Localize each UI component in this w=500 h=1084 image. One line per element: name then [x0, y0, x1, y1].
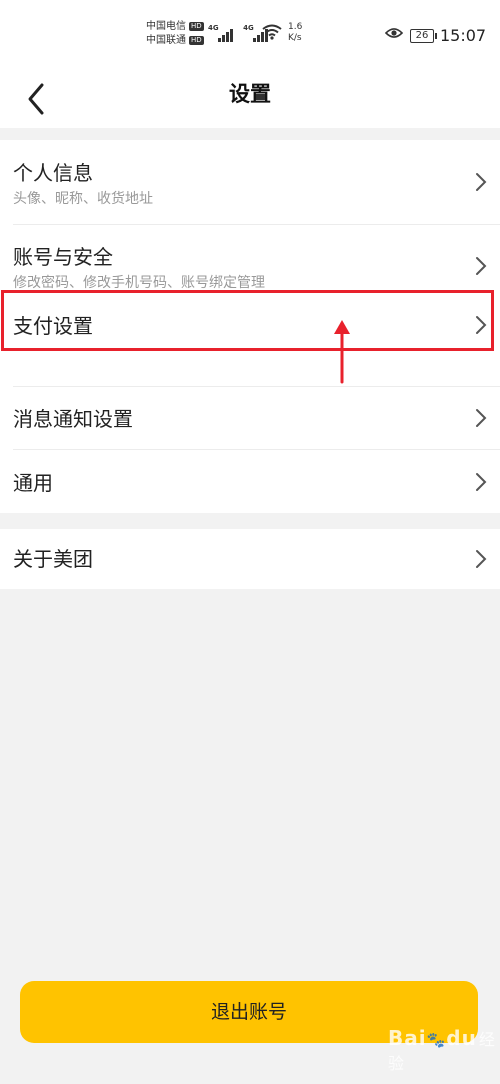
watermark-brand-b: du — [446, 1026, 477, 1050]
status-time: 15:07 — [440, 26, 487, 45]
carrier-1-label: 中国电信 — [146, 21, 186, 32]
hd-badge-2: HD — [189, 36, 204, 45]
eye-icon — [385, 28, 403, 38]
baidu-watermark: Bai🐾du 经验 — [388, 1026, 500, 1074]
chevron-right-icon — [476, 257, 487, 275]
watermark-brand-a: Bai — [388, 1026, 427, 1050]
carrier-2-label: 中国联通 — [146, 35, 186, 46]
row-title: 个人信息 — [13, 161, 93, 185]
battery-icon: 26 — [410, 29, 437, 43]
chevron-right-icon — [476, 473, 487, 491]
settings-group-profile: 个人信息 头像、昵称、收货地址 账号与安全 修改密码、修改手机号码、账号绑定管理 — [0, 140, 500, 308]
row-title: 账号与安全 — [13, 245, 113, 269]
network-type-1: 4G — [208, 24, 219, 32]
network-speed-unit: K/s — [288, 33, 302, 43]
settings-row-notifications[interactable]: 消息通知设置 — [0, 387, 500, 449]
highlight-box — [1, 290, 494, 351]
signal-1-icon: 4G — [208, 24, 233, 44]
network-speed: 1.6 K/s — [288, 22, 302, 44]
nav-bar: 设置 — [0, 70, 500, 128]
network-type-2: 4G — [243, 24, 254, 32]
arrow-up-icon — [334, 320, 350, 384]
settings-row-personal-info[interactable]: 个人信息 头像、昵称、收货地址 — [0, 140, 500, 224]
settings-group-about: 关于美团 — [0, 529, 500, 589]
chevron-right-icon — [476, 550, 487, 568]
page-title: 设置 — [229, 82, 271, 106]
row-subtitle: 头像、昵称、收货地址 — [13, 191, 153, 207]
row-title: 关于美团 — [13, 547, 93, 571]
battery-level: 26 — [415, 30, 429, 41]
wifi-icon — [262, 24, 282, 40]
paw-icon: 🐾 — [426, 1031, 447, 1049]
settings-row-general[interactable]: 通用 — [0, 450, 500, 513]
logout-label: 退出账号 — [210, 1001, 287, 1023]
hd-badge-1: HD — [189, 22, 204, 31]
row-title: 消息通知设置 — [13, 407, 133, 431]
chevron-right-icon — [476, 409, 487, 427]
status-bar: 中国电信 HD 中国联通 HD 4G 4G 1.6 K/s 26 15:07 — [0, 0, 500, 70]
chevron-right-icon — [476, 173, 487, 191]
network-speed-value: 1.6 — [288, 22, 303, 32]
carrier-info: 中国电信 HD 中国联通 HD — [146, 20, 204, 48]
row-title: 通用 — [13, 471, 53, 495]
settings-row-about[interactable]: 关于美团 — [0, 529, 500, 589]
